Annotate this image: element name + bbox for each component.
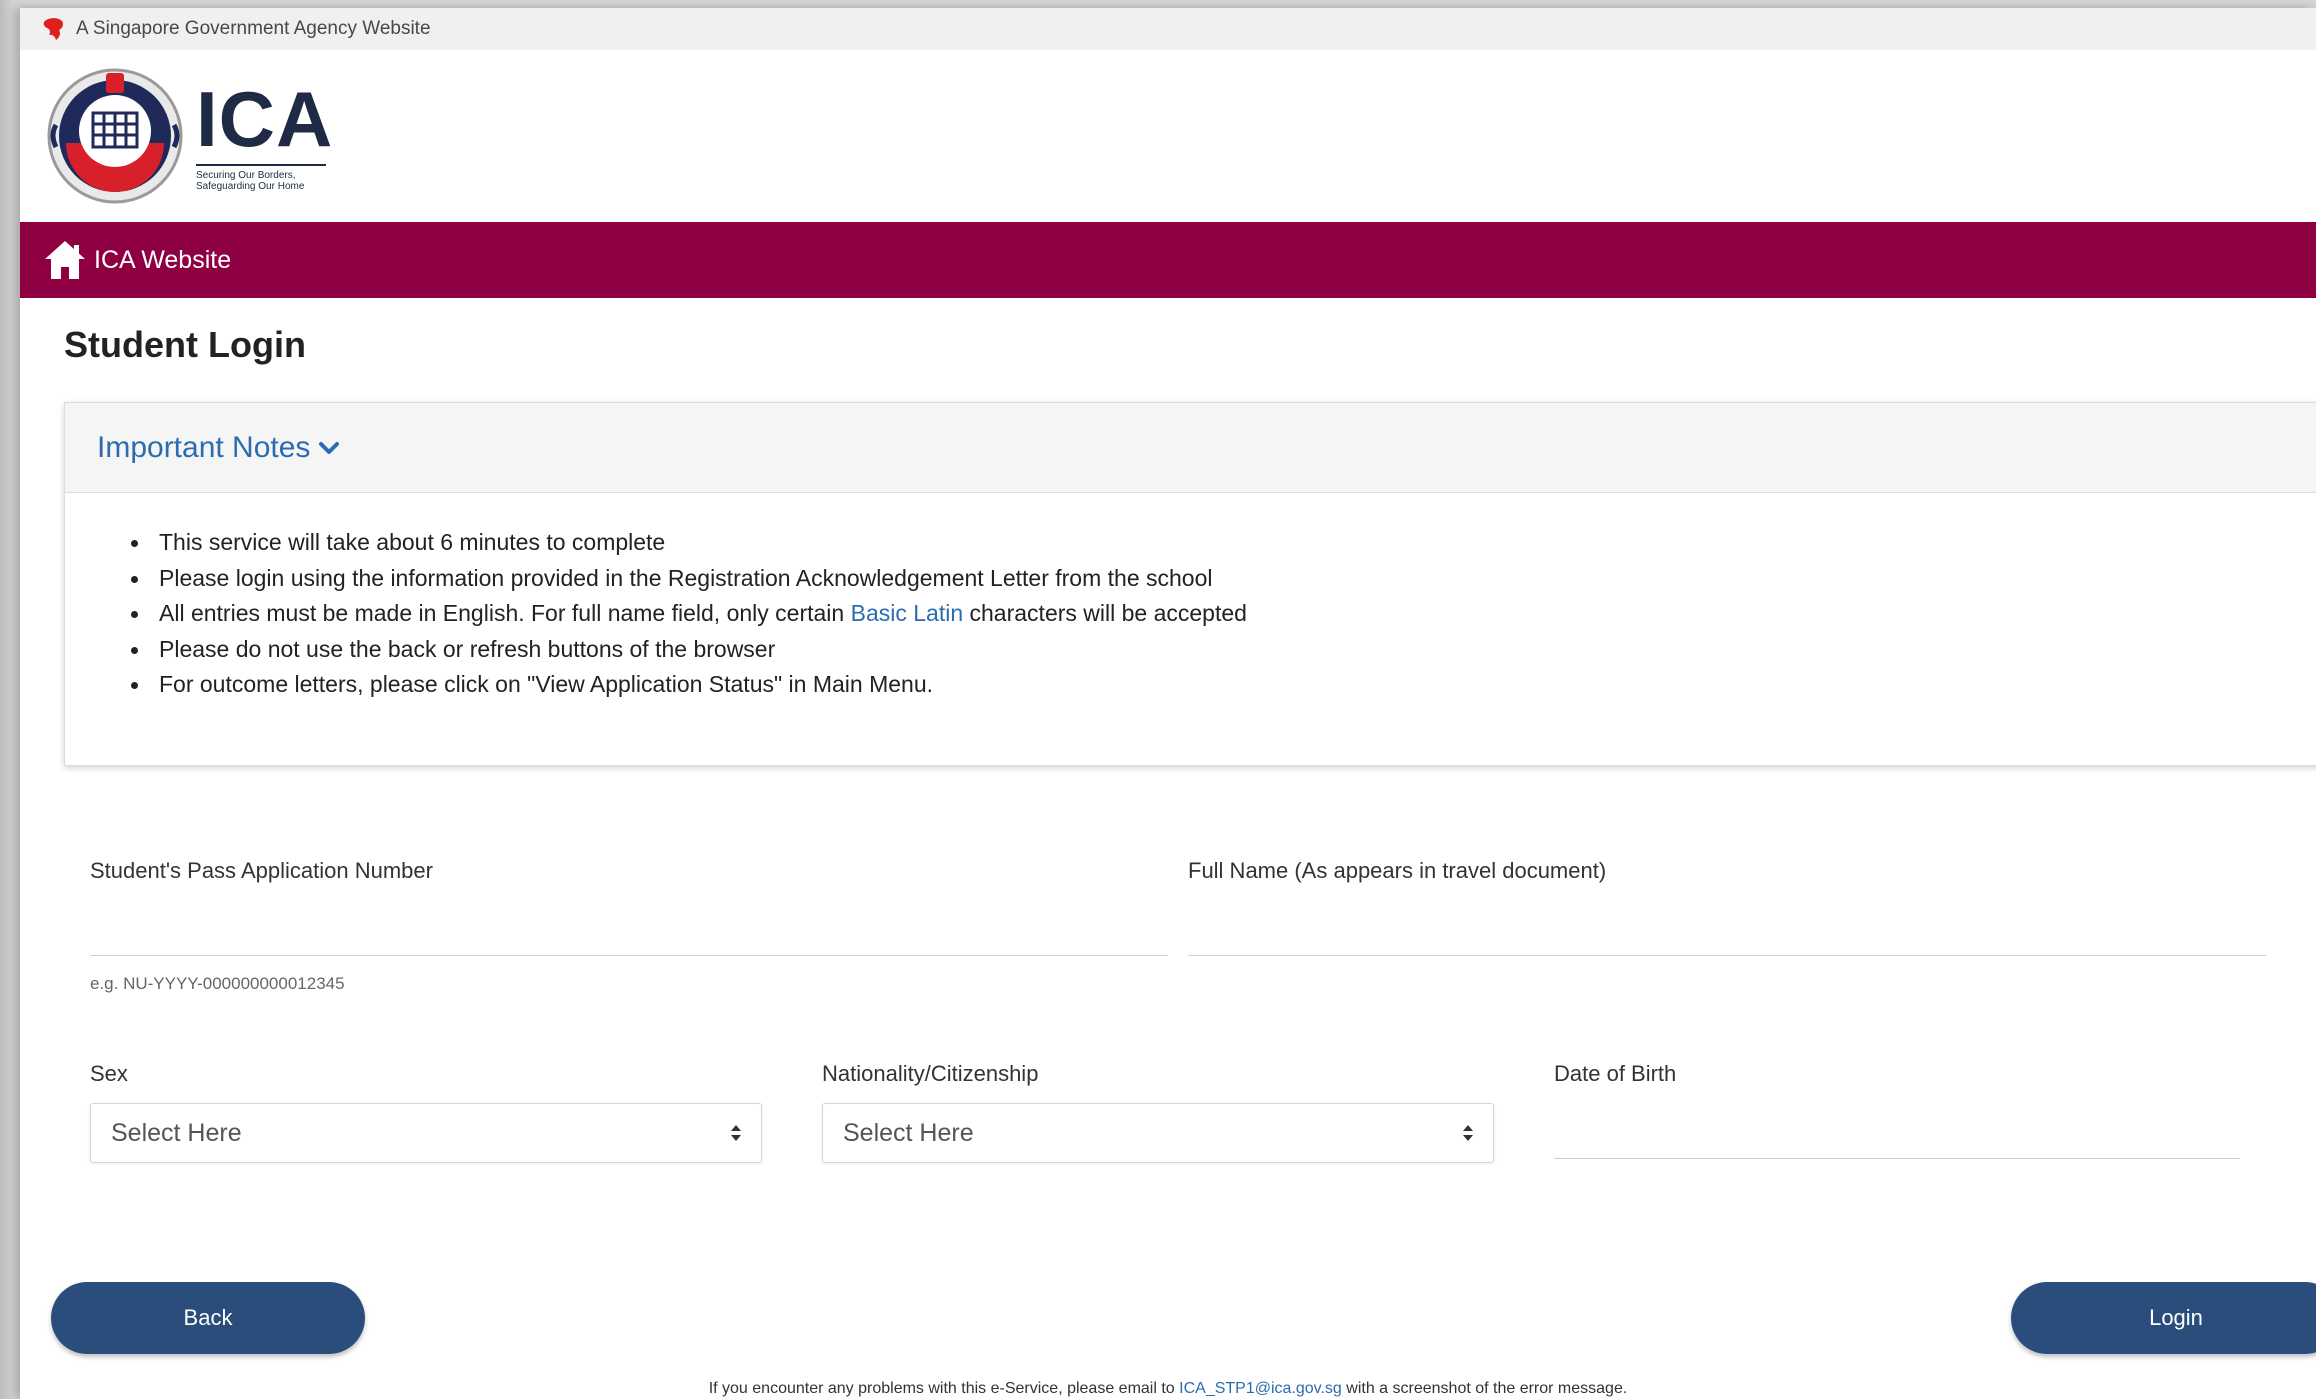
chevron-down-icon	[319, 441, 340, 454]
sex-selected-value: Select Here	[111, 1118, 242, 1147]
support-message: If you encounter any problems with this …	[20, 1380, 2316, 1398]
app-number-field: Student's Pass Application Number e.g. N…	[90, 858, 1168, 994]
note-item: This service will take about 6 minutes t…	[129, 525, 2316, 561]
note-text: All entries must be made in English. For…	[159, 600, 851, 626]
ica-tagline-line1: Securing Our Borders,	[196, 170, 296, 181]
dob-label: Date of Birth	[1554, 1061, 1677, 1086]
ica-wordmark: ICA	[196, 75, 334, 163]
sex-label: Sex	[90, 1061, 128, 1086]
note-item: Please do not use the back or refresh bu…	[129, 632, 2316, 668]
important-notes-toggle[interactable]: Important Notes	[65, 403, 2316, 493]
page-title: Student Login	[64, 324, 306, 365]
home-icon	[45, 241, 85, 279]
app-number-input[interactable]	[90, 908, 1168, 956]
note-item: Please login using the information provi…	[129, 561, 2316, 597]
important-notes-list: This service will take about 6 minutes t…	[65, 493, 2316, 703]
support-email-link[interactable]: ICA_STP1@ica.gov.sg	[1179, 1380, 1342, 1397]
note-text: characters will be accepted	[963, 600, 1247, 626]
ica-tagline: Securing Our Borders, Safeguarding Our H…	[196, 164, 326, 192]
ica-crest-icon	[47, 68, 183, 204]
support-text: If you encounter any problems with this …	[708, 1380, 1180, 1397]
back-button[interactable]: Back	[51, 1282, 365, 1354]
select-arrows-icon	[731, 1125, 741, 1141]
nationality-label: Nationality/Citizenship	[822, 1061, 1039, 1086]
important-notes-title: Important Notes	[97, 430, 311, 464]
support-text: with a screenshot of the error message.	[1341, 1380, 1628, 1397]
lion-head-icon	[43, 18, 63, 40]
ica-website-link[interactable]: ICA Website	[42, 237, 231, 283]
agency-logo[interactable]: ICA Securing Our Borders, Safeguarding O…	[20, 50, 2316, 222]
browser-frame: A Singapore Government Agency Website IC…	[0, 0, 2316, 1399]
login-button[interactable]: Login	[2011, 1282, 2316, 1354]
sex-field: Sex Select Here	[90, 1061, 762, 1163]
full-name-label: Full Name (As appears in travel document…	[1188, 858, 1607, 883]
nationality-selected-value: Select Here	[843, 1118, 974, 1147]
select-arrows-icon	[1463, 1125, 1473, 1141]
app-number-hint: e.g. NU-YYYY-000000000012345	[90, 974, 345, 993]
note-item: For outcome letters, please click on "Vi…	[129, 667, 2316, 703]
full-name-field: Full Name (As appears in travel document…	[1188, 858, 2266, 956]
ica-tagline-line2: Safeguarding Our Home	[196, 181, 305, 192]
note-item: All entries must be made in English. For…	[129, 596, 2316, 632]
basic-latin-link[interactable]: Basic Latin	[851, 600, 964, 626]
dob-input[interactable]	[1554, 1103, 2240, 1159]
sex-select[interactable]: Select Here	[90, 1103, 762, 1163]
gov-masthead: A Singapore Government Agency Website	[20, 8, 2316, 50]
nationality-field: Nationality/Citizenship Select Here	[822, 1061, 1494, 1163]
ica-website-label: ICA Website	[94, 245, 232, 274]
important-notes-panel: Important Notes This service will take a…	[64, 402, 2316, 766]
nationality-select[interactable]: Select Here	[822, 1103, 1494, 1163]
app-number-label: Student's Pass Application Number	[90, 858, 433, 883]
dob-field: Date of Birth	[1554, 1061, 2240, 1159]
full-name-input[interactable]	[1188, 908, 2266, 956]
page: A Singapore Government Agency Website IC…	[20, 8, 2316, 1399]
nav-bar: ICA Website	[20, 222, 2316, 298]
gov-masthead-text: A Singapore Government Agency Website	[76, 18, 431, 39]
